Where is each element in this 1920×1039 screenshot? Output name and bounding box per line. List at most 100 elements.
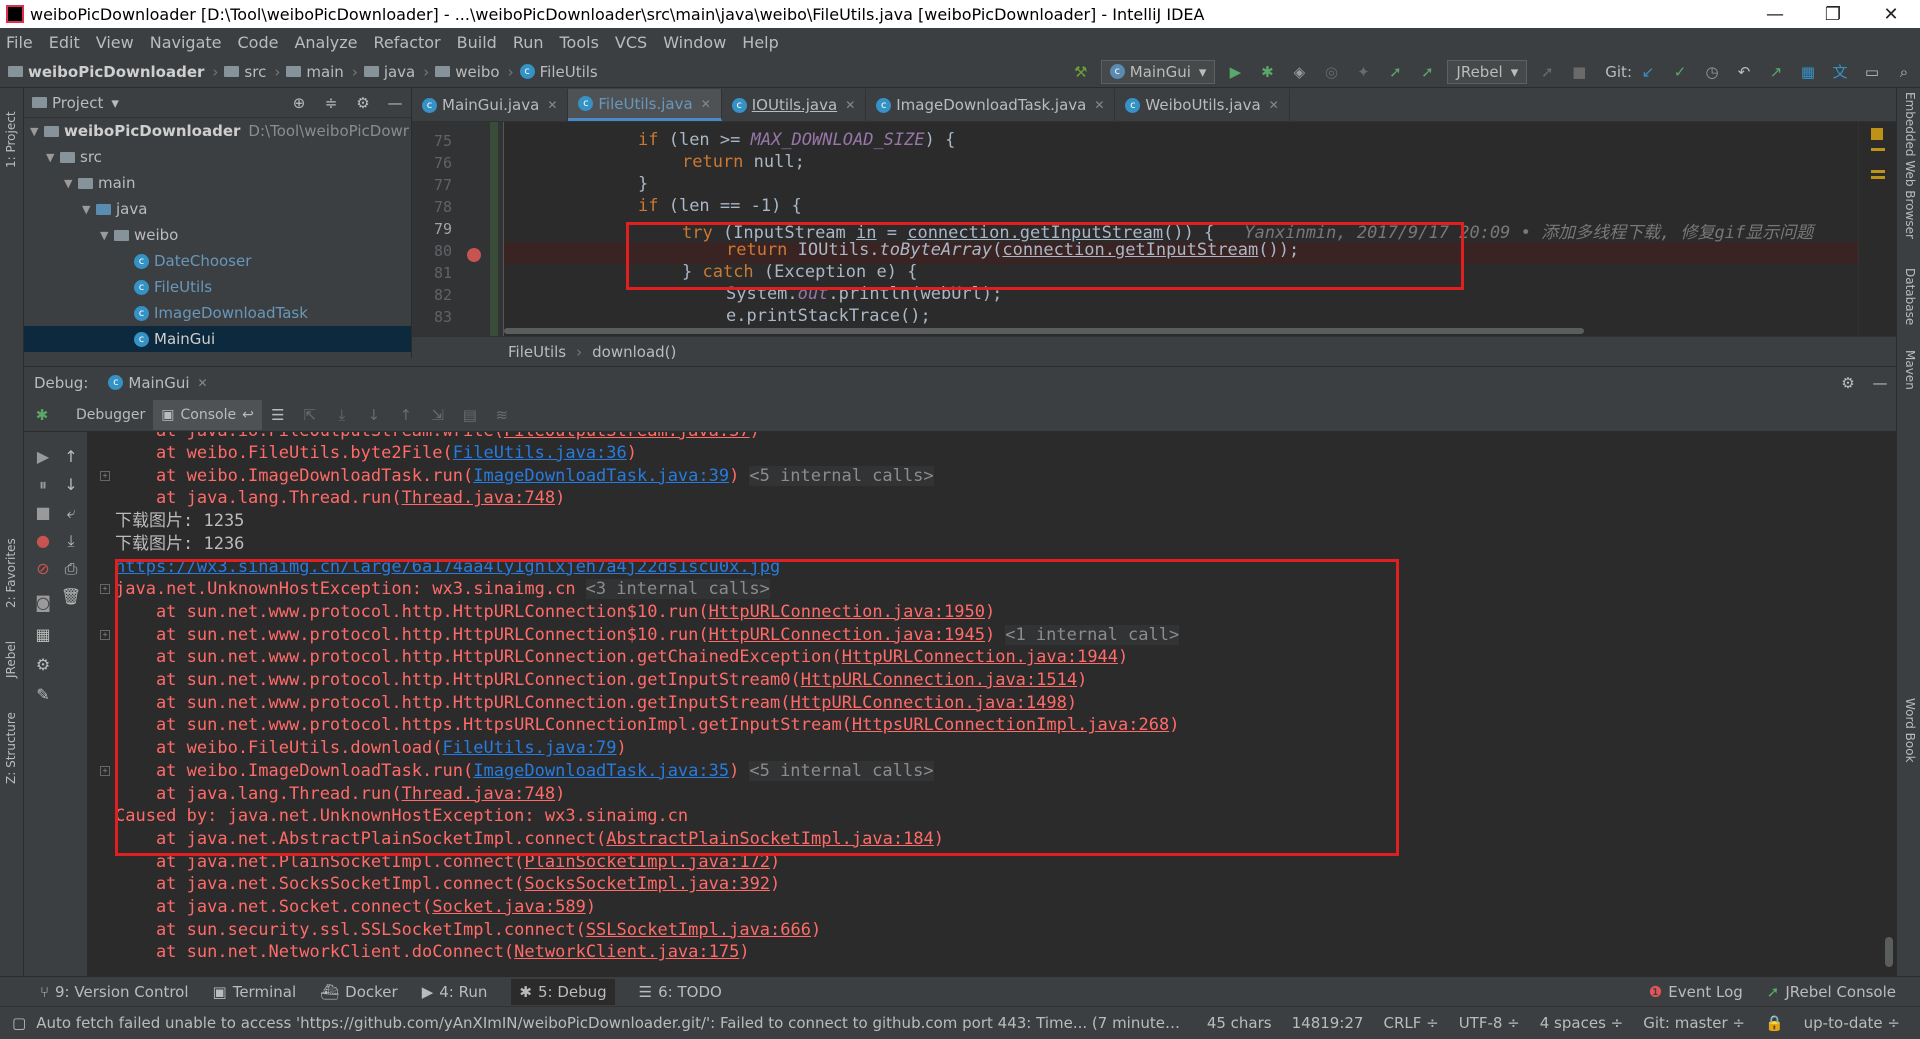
tool-maven[interactable]: Maven [1903,350,1917,390]
trash-icon[interactable]: 🗑 [60,586,82,608]
jrebel-dropdown[interactable]: JRebel ▾ [1447,59,1528,84]
coverage-icon[interactable]: ◈ [1289,62,1309,82]
status-line-separator[interactable]: CRLF ÷ [1383,1014,1438,1032]
git-revert-icon[interactable]: ↶ [1734,62,1754,82]
chevron-down-icon[interactable]: ▾ [111,94,119,112]
expand-arrow-icon[interactable]: ▼ [30,125,44,138]
status-jrebel[interactable]: up-to-date ÷ [1804,1014,1900,1032]
close-icon[interactable]: ✕ [701,97,711,111]
stacktrace-link[interactable]: NetworkClient.java:175 [514,942,739,962]
warning-icon[interactable] [1871,128,1883,140]
tab-console[interactable]: ▣ Console ↩ [153,399,262,430]
jrebel-update-icon[interactable]: ➚ [1537,62,1557,82]
tool-version-control[interactable]: ⑂ 9: Version Control [40,983,189,1001]
build-hammer-icon[interactable]: ⚒ [1071,62,1091,82]
status-indent[interactable]: 4 spaces ÷ [1540,1014,1623,1032]
tool-favorites[interactable]: 2: Favorites [4,538,18,608]
breadcrumb-weibo[interactable]: › weibo [423,63,499,81]
step-over-icon[interactable]: ⤓ [332,405,352,425]
scroll-thumb[interactable] [1885,937,1893,967]
menu-lines-icon[interactable]: ☰ [268,405,288,425]
menu-navigate[interactable]: Navigate [150,33,222,52]
expand-arrow-icon[interactable]: ▼ [100,229,114,242]
status-message[interactable]: Auto fetch failed unable to access 'http… [36,1014,1187,1032]
tool-run[interactable]: ▶ 4: Run [422,983,488,1001]
pin-icon[interactable]: ✎ [32,684,54,706]
internal-calls-fold[interactable]: <5 internal calls> [749,465,934,486]
mute-breakpoints-icon[interactable]: ⊘ [32,558,54,580]
breadcrumb-project[interactable]: weiboPicDownloader [8,63,204,81]
code-editor[interactable]: if (len >= MAX_DOWNLOAD_SIZE) { return n… [504,122,1858,336]
soft-wrap-icon[interactable]: ⤶ [60,502,82,524]
error-stripe[interactable] [1858,122,1896,336]
profile-icon[interactable]: ◎ [1321,62,1341,82]
close-icon[interactable]: ✕ [845,98,855,112]
menu-tools[interactable]: Tools [560,33,599,52]
status-git-branch[interactable]: Git: master ÷ [1643,1014,1745,1032]
collapse-all-icon[interactable]: ≑ [321,93,341,113]
stacktrace-link[interactable]: FileUtils.java:36 [453,443,627,463]
stacktrace-link[interactable]: ImageDownloadTask.java:39 [473,466,729,486]
down-arrow-icon[interactable]: ↓ [60,474,82,496]
close-icon[interactable]: ✕ [198,376,208,390]
fold-expand-icon[interactable]: + [100,629,110,640]
menu-view[interactable]: View [96,33,134,52]
menu-help[interactable]: Help [742,33,778,52]
resume-icon[interactable]: ▶ [32,446,54,468]
editor-horizontal-scrollbar[interactable] [504,325,1858,336]
tree-item-imagedownloadtask[interactable]: c ImageDownloadTask [24,300,411,326]
locate-icon[interactable]: ⊕ [289,93,309,113]
run-icon[interactable]: ▶ [1225,62,1245,82]
show-execution-point-icon[interactable]: ⇱ [300,405,320,425]
scroll-thumb[interactable] [504,328,1584,334]
gear-icon[interactable]: ⚙ [32,654,54,676]
tool-docker[interactable]: ⛴ Docker [320,983,398,1001]
tab-fileutils[interactable]: c FileUtils.java ✕ [568,89,722,121]
scroll-to-end-icon[interactable]: ⤓ [60,530,82,552]
menu-run[interactable]: Run [513,33,544,52]
close-icon[interactable]: ✕ [547,98,557,112]
fold-expand-icon[interactable]: + [100,765,110,776]
step-out-icon[interactable]: ↑ [396,405,416,425]
evaluate-icon[interactable]: ▤ [460,405,480,425]
vcs-change-marker[interactable] [490,122,498,336]
status-panel-icon[interactable]: ▢ [12,1014,26,1032]
tab-weiboutils[interactable]: c WeiboUtils.java ✕ [1115,89,1290,121]
gear-icon[interactable]: ⚙ [353,93,373,113]
breadcrumb-main[interactable]: › main [274,63,343,81]
tree-item-fileutils[interactable]: c FileUtils [24,274,411,300]
breadcrumb-src[interactable]: › src [212,63,266,81]
gear-icon[interactable]: ⚙ [1838,373,1858,393]
tool-project[interactable]: 1: Project [4,111,18,168]
tab-debugger[interactable]: Debugger [68,400,153,430]
close-icon[interactable]: ✕ [1094,98,1104,112]
run-config-dropdown[interactable]: c MainGui ▾ [1100,59,1216,84]
layout-icon[interactable]: ▦ [32,624,54,646]
menu-analyze[interactable]: Analyze [294,33,357,52]
print-icon[interactable]: ⎙ [60,558,82,580]
search-icon[interactable]: ⌕ [1894,62,1914,82]
hide-panel-icon[interactable]: — [385,93,405,113]
tool-word-book[interactable]: Word Book [1903,698,1917,763]
close-window-button[interactable]: ✕ [1862,4,1920,25]
tool-todo[interactable]: ☰ 6: TODO [639,983,722,1001]
menu-code[interactable]: Code [238,33,279,52]
git-push-icon[interactable]: ↗ [1766,62,1786,82]
rerun-bug-icon[interactable]: ✱ [32,405,52,425]
hide-panel-icon[interactable]: — [1870,373,1890,393]
menu-refactor[interactable]: Refactor [374,33,441,52]
run-to-cursor-icon[interactable]: ⇲ [428,405,448,425]
status-caret-position[interactable]: 14819:27 [1292,1014,1364,1032]
git-history-icon[interactable]: ◷ [1702,62,1722,82]
warning-marker[interactable] [1871,170,1885,173]
tool-jrebel-console[interactable]: ➚ JRebel Console [1767,983,1896,1001]
tree-item-project[interactable]: ▼ weiboPicDownloader D:\Tool\weiboPicDowr [24,118,411,144]
crumb-class[interactable]: FileUtils [508,343,566,361]
stacktrace-link[interactable]: SocksSocketImpl.java:392 [524,874,770,894]
trace-icon[interactable]: ≋ [492,405,512,425]
menu-vcs[interactable]: VCS [615,33,647,52]
menu-build[interactable]: Build [457,33,497,52]
git-commit-icon[interactable]: ✓ [1670,62,1690,82]
camera-icon[interactable]: ◙ [32,592,54,614]
tab-ioutils[interactable]: c IOUtils.java ✕ [722,89,867,121]
